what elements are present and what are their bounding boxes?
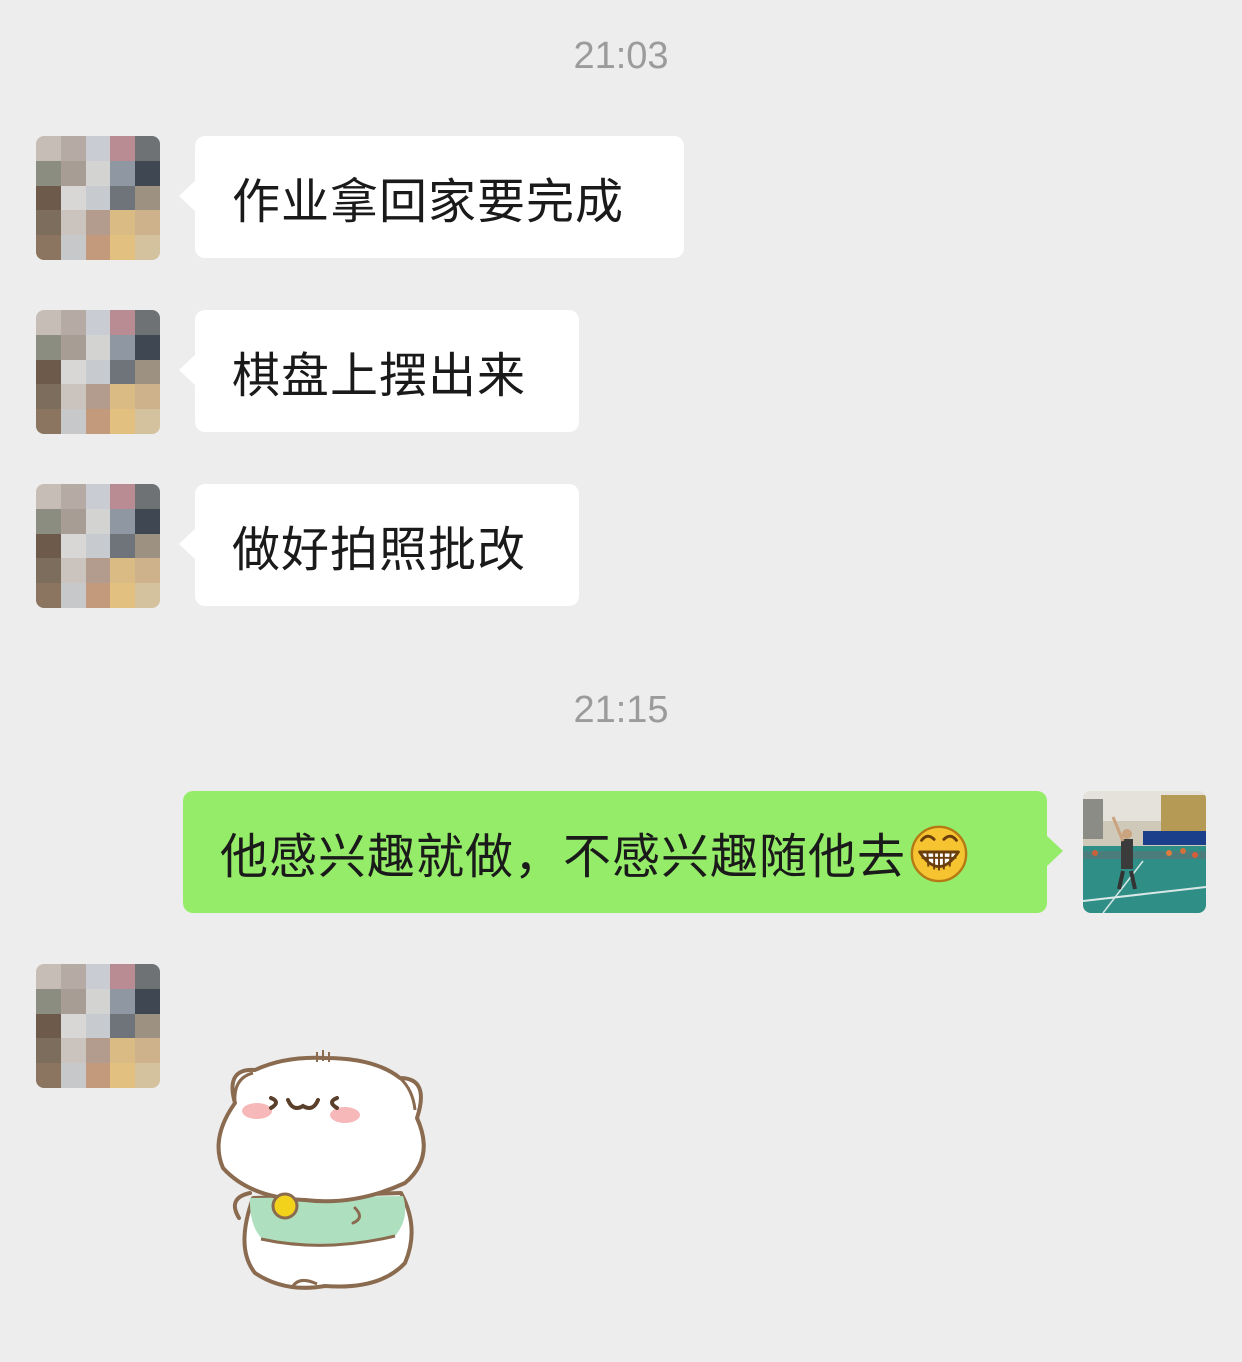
message-bubble[interactable]: 作业拿回家要完成 — [179, 136, 684, 258]
message-bubble[interactable]: 棋盘上摆出来 — [179, 310, 579, 432]
message-bubble[interactable]: 做好拍照批改 — [179, 484, 579, 606]
contact-avatar[interactable] — [36, 964, 160, 1088]
message-text: 作业拿回家要完成 — [232, 174, 625, 230]
my-message-bubble[interactable]: 他感兴趣就做，不感兴趣随他去 — [183, 791, 1063, 913]
message-text: 他感兴趣就做，不感兴趣随他去 — [220, 829, 907, 885]
message-text: 做好拍照批改 — [232, 522, 527, 578]
timestamp: 21:03 — [573, 35, 669, 77]
my-avatar[interactable] — [1083, 791, 1206, 913]
contact-avatar[interactable] — [36, 310, 160, 434]
message-text: 棋盘上摆出来 — [232, 348, 527, 404]
timestamp: 21:15 — [573, 689, 669, 731]
contact-avatar[interactable] — [36, 484, 160, 608]
white-cat-sticker[interactable] — [205, 1048, 445, 1293]
grinning-face-icon — [910, 825, 968, 883]
badminton-photo-icon — [1083, 791, 1206, 913]
contact-avatar[interactable] — [36, 136, 160, 260]
